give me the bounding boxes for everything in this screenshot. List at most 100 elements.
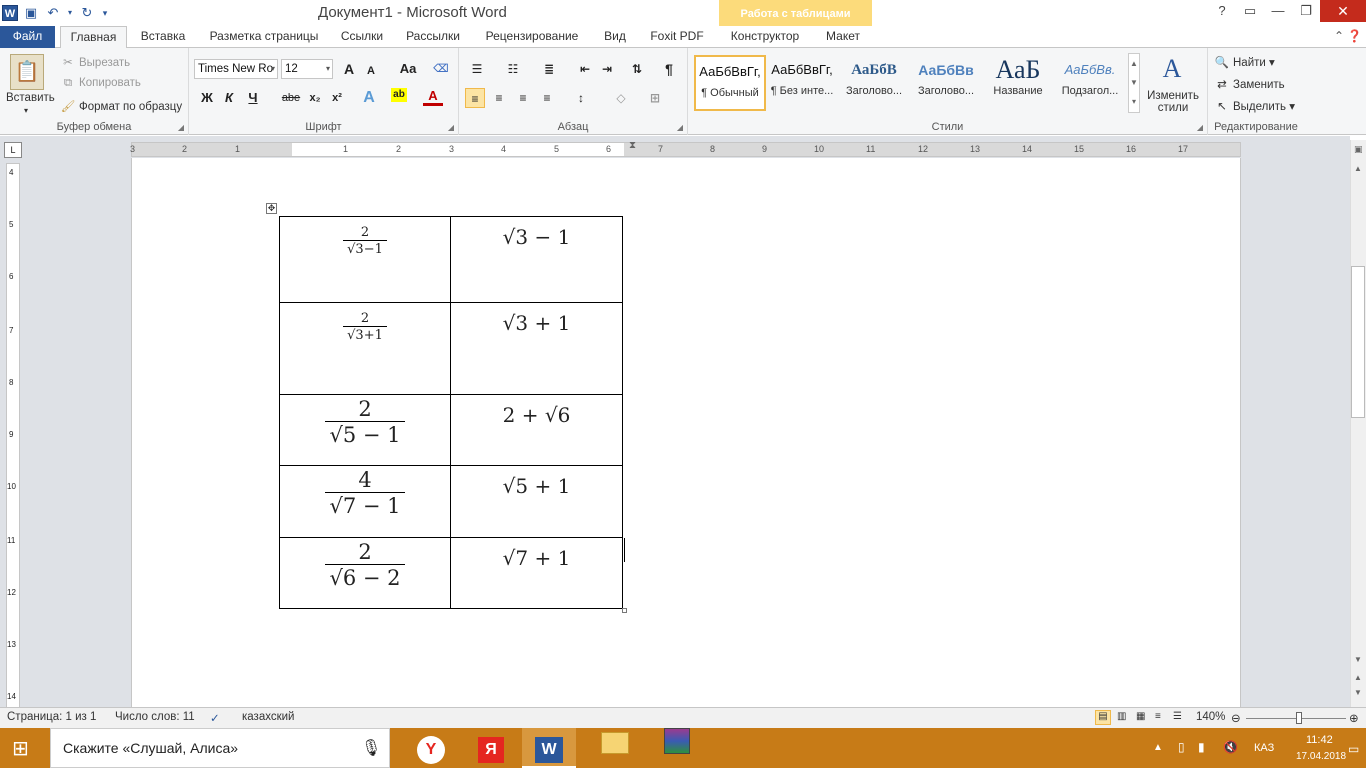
font-size-field[interactable]: 12 ▾ (281, 59, 333, 79)
style-title[interactable]: АаБ Название (982, 55, 1054, 111)
input-language[interactable]: КАЗ (1254, 742, 1274, 754)
minimize-icon[interactable]: — (1264, 0, 1292, 22)
indent-marker-icon[interactable]: ⧗ (629, 140, 636, 151)
volume-icon[interactable]: 🔇 (1223, 740, 1238, 754)
zoom-out-icon[interactable]: ⊖ (1231, 711, 1241, 725)
align-left-icon[interactable]: ≡ (465, 88, 485, 108)
styles-launcher-icon[interactable]: ◢ (1197, 123, 1203, 132)
file-explorer-icon[interactable] (588, 728, 642, 768)
prev-page-icon[interactable]: ▲ (1354, 673, 1362, 682)
multilevel-list-icon[interactable]: ≣ (539, 59, 559, 79)
clock-time[interactable]: 11:42 (1306, 734, 1333, 746)
grow-font-button[interactable]: A (339, 59, 359, 79)
format-painter-button[interactable]: Формат по образцу (79, 101, 182, 113)
scroll-up-icon[interactable]: ▲ (1354, 164, 1362, 173)
print-layout-view-icon[interactable]: ▤ (1095, 710, 1111, 725)
table-cell[interactable]: √7 + 1 (450, 537, 623, 609)
font-name-field[interactable]: Times New Ro ▾ (194, 59, 278, 79)
table-cell[interactable]: 4 √7 − 1 (279, 465, 451, 538)
align-center-icon[interactable]: ≡ (489, 88, 509, 108)
clock-date[interactable]: 17.04.2018 (1296, 751, 1346, 762)
shrink-font-button[interactable]: A (361, 61, 381, 81)
proofing-icon[interactable]: ✓ (210, 711, 220, 725)
language-status[interactable]: казахский (242, 711, 294, 723)
style-heading2[interactable]: АаБбВв Заголово... (910, 55, 982, 111)
tab-insert[interactable]: Вставка (132, 26, 194, 48)
align-right-icon[interactable]: ≡ (513, 88, 533, 108)
draft-view-icon[interactable]: ☰ (1173, 711, 1182, 722)
paragraph-launcher-icon[interactable]: ◢ (677, 123, 683, 132)
battery-icon[interactable]: ▯ (1178, 740, 1185, 754)
subscript-button[interactable]: x₂ (305, 88, 325, 108)
borders-icon[interactable]: ⊞ (645, 88, 665, 108)
text-effects-icon[interactable]: A (359, 88, 379, 108)
page-count-status[interactable]: Страница: 1 из 1 (7, 711, 96, 723)
select-button[interactable]: Выделить (1233, 101, 1286, 113)
tab-page-layout[interactable]: Разметка страницы (200, 26, 328, 48)
help-icon[interactable]: ? (1208, 0, 1236, 22)
tab-review[interactable]: Рецензирование (476, 26, 588, 48)
ribbon-display-icon[interactable]: ▭ (1236, 0, 1264, 22)
tab-mailings[interactable]: Рассылки (397, 26, 469, 48)
styles-scroll-icon[interactable]: ▲ ▼ ▾ (1128, 53, 1140, 113)
copy-button[interactable]: Копировать (79, 77, 141, 89)
search-box[interactable]: Скажите «Слушай, Алиса» 🎙 (50, 728, 390, 768)
table-cell[interactable]: √3 + 1 (450, 302, 623, 395)
tab-references[interactable]: Ссылки (333, 26, 391, 48)
notifications-icon[interactable]: ▭ (1348, 742, 1359, 756)
zoom-in-icon[interactable]: ⊕ (1349, 711, 1359, 725)
replace-button[interactable]: Заменить (1233, 79, 1285, 91)
yandex-browser-icon[interactable]: Y (404, 728, 458, 768)
save-icon[interactable]: ▣ (22, 4, 40, 22)
scrollbar-thumb[interactable] (1351, 266, 1365, 418)
customize-qat-icon[interactable]: ▾ (100, 4, 110, 22)
decrease-indent-icon[interactable]: ⇤ (575, 59, 595, 79)
table-cell[interactable]: 2 √3+1 (279, 302, 451, 395)
font-launcher-icon[interactable]: ◢ (448, 123, 454, 132)
microphone-icon[interactable]: 🎙 (361, 738, 381, 758)
paste-button[interactable]: Вставить (6, 92, 55, 104)
table-cell[interactable]: √3 − 1 (450, 216, 623, 303)
word-count-status[interactable]: Число слов: 11 (115, 711, 195, 723)
bullets-icon[interactable]: ☰ (467, 59, 487, 79)
tab-file[interactable]: Файл (0, 26, 55, 48)
yandex-icon[interactable]: Я (464, 728, 518, 768)
paste-dropdown-icon[interactable]: ▾ (24, 106, 28, 115)
collapse-ribbon-icon[interactable]: ⌃ (1334, 29, 1344, 43)
style-heading1[interactable]: АаБбВ Заголово... (838, 55, 910, 111)
horizontal-ruler[interactable]: 3 2 1 1 2 3 4 5 6 7 8 9 10 11 12 13 14 1… (130, 140, 1241, 157)
web-layout-icon[interactable]: ▦ (1136, 711, 1145, 722)
windows-start-icon[interactable]: ⊞ (12, 736, 29, 761)
style-subtitle[interactable]: АаБбВв. Подзагол... (1054, 55, 1126, 111)
help-circle-icon[interactable]: ❓ (1347, 29, 1362, 43)
read-mode-icon[interactable]: ▥ (1117, 711, 1126, 722)
tab-design[interactable]: Конструктор (724, 26, 806, 48)
vertical-scrollbar[interactable]: ▣ ▲ ▼ ▲ ▼ (1350, 140, 1366, 707)
line-spacing-icon[interactable]: ↕ (571, 88, 591, 108)
find-button[interactable]: Найти (1233, 57, 1266, 69)
tab-layout[interactable]: Макет (814, 26, 872, 48)
shading-icon[interactable]: ◇ (611, 88, 631, 108)
table-move-handle-icon[interactable]: ✥ (266, 203, 277, 214)
restore-icon[interactable]: ❐ (1292, 0, 1320, 22)
network-icon[interactable]: ▮ (1198, 740, 1205, 754)
redo-icon[interactable]: ↻ (78, 4, 96, 22)
vertical-ruler[interactable]: 4 5 6 7 8 9 10 11 12 13 14 (6, 163, 20, 708)
change-styles-button[interactable]: Изменить стили (1144, 90, 1202, 114)
table-cell[interactable]: 2 √3−1 (279, 216, 451, 303)
italic-button[interactable]: К (219, 88, 239, 108)
clear-formatting-icon[interactable]: ⌫ (431, 59, 451, 79)
zoom-level[interactable]: 140% (1196, 711, 1225, 723)
tab-foxit-pdf[interactable]: Foxit PDF (642, 26, 712, 48)
increase-indent-icon[interactable]: ⇥ (597, 59, 617, 79)
tab-view[interactable]: Вид (596, 26, 634, 48)
style-normal[interactable]: АаБбВвГг, ¶ Обычный (694, 55, 766, 111)
style-no-spacing[interactable]: АаБбВвГг, ¶ Без инте... (766, 55, 838, 111)
next-page-icon[interactable]: ▼ (1354, 688, 1362, 697)
ruler-toggle-icon[interactable]: ▣ (1354, 144, 1363, 155)
zoom-slider-thumb[interactable] (1296, 712, 1302, 724)
bold-button[interactable]: Ж (197, 88, 217, 108)
cut-button[interactable]: Вырезать (79, 57, 130, 69)
show-marks-icon[interactable]: ¶ (659, 59, 679, 79)
word-logo-icon[interactable]: W (2, 5, 18, 21)
